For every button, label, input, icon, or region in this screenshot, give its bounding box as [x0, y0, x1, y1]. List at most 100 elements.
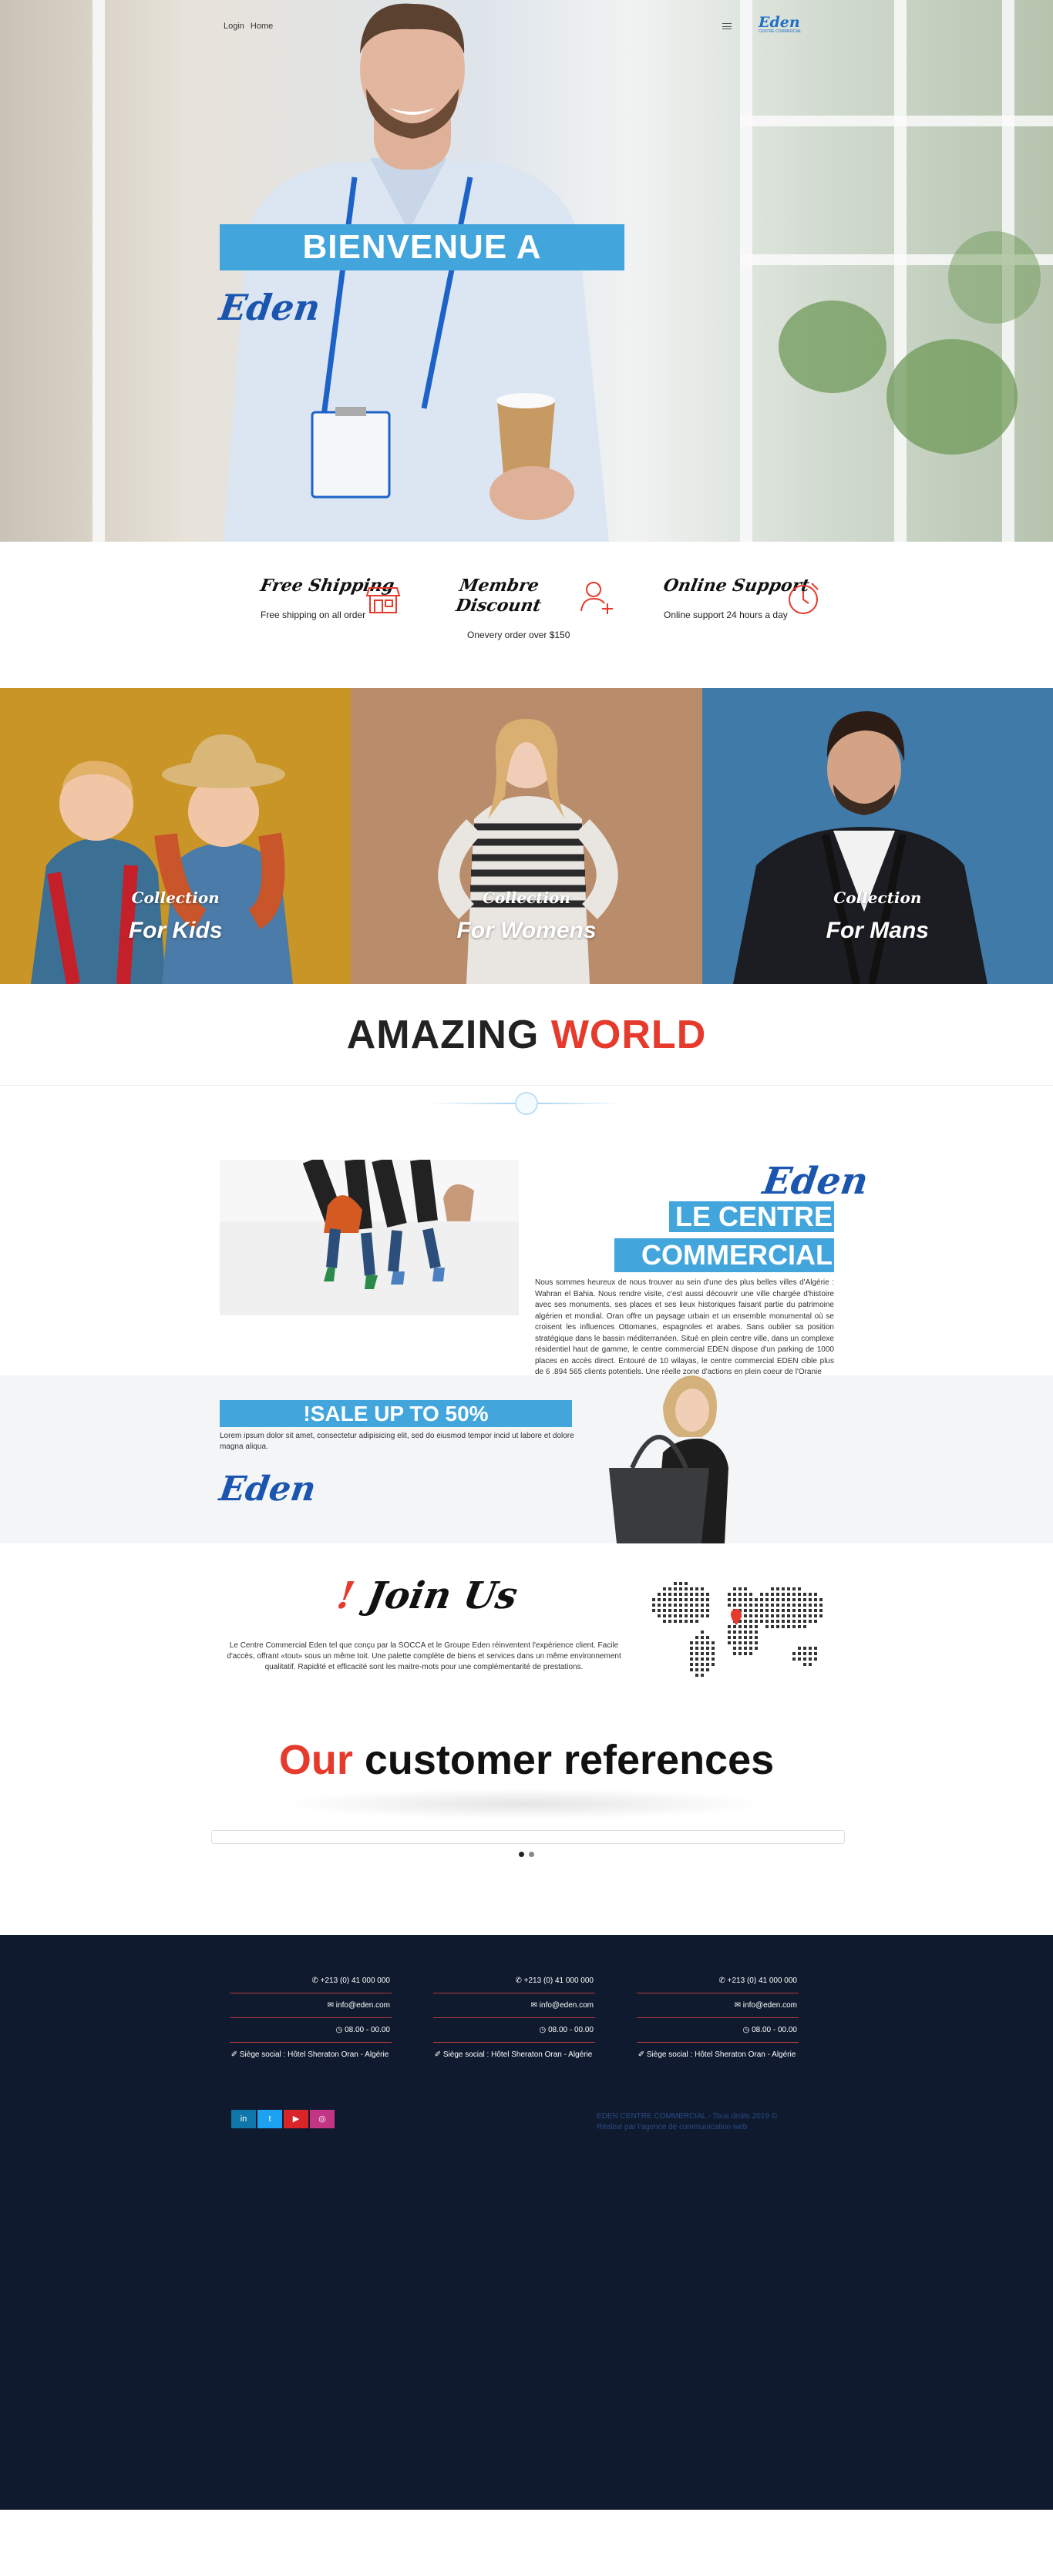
home-link[interactable]: Home	[251, 22, 273, 31]
references-title-our: Our	[278, 1737, 353, 1783]
feature-desc: Free shipping on all order	[261, 610, 366, 620]
window-frame	[740, 116, 1053, 126]
map-dot	[776, 1587, 779, 1590]
map-dot	[744, 1609, 747, 1612]
footer-phone[interactable]: ✆ +213 (0) 41 000 000	[230, 1969, 392, 1993]
map-dot	[701, 1614, 704, 1617]
linkedin-icon[interactable]: in	[231, 2110, 256, 2128]
map-dot	[782, 1614, 785, 1617]
map-dot	[814, 1598, 817, 1601]
carousel-dot[interactable]	[519, 1852, 524, 1857]
footer-phone[interactable]: ✆ +213 (0) 41 000 000	[637, 1969, 799, 1993]
carousel-dot[interactable]	[529, 1852, 534, 1857]
map-dot	[792, 1625, 796, 1628]
map-dot	[814, 1647, 817, 1650]
map-dot	[733, 1587, 736, 1590]
footer-email[interactable]: ✉ info@eden.com	[230, 1993, 392, 2018]
map-dot	[809, 1604, 812, 1607]
map-dot	[728, 1625, 731, 1628]
map-dot	[792, 1620, 796, 1623]
plant	[886, 339, 1018, 455]
map-dot	[695, 1647, 698, 1650]
map-dot	[663, 1598, 666, 1601]
map-dot	[755, 1604, 758, 1607]
login-link[interactable]: Login	[224, 22, 244, 31]
collection-womens[interactable]: Collection For Womens	[351, 688, 702, 984]
map-dot	[792, 1614, 796, 1617]
feature-desc: Onevery order over $150	[467, 630, 570, 640]
map-dot	[776, 1593, 779, 1596]
map-dot	[690, 1668, 693, 1671]
map-dot	[695, 1674, 698, 1677]
map-dot	[787, 1620, 790, 1623]
map-dot	[798, 1587, 801, 1590]
map-dot	[776, 1604, 779, 1607]
address-text: Siège social : Hôtel Sheraton Oran - Alg…	[239, 2050, 389, 2059]
map-dot	[728, 1631, 731, 1634]
map-dot	[798, 1614, 801, 1617]
map-dot	[771, 1598, 774, 1601]
map-dot	[744, 1636, 747, 1639]
references-carousel[interactable]	[211, 1830, 845, 1844]
map-dot	[728, 1604, 731, 1607]
menu-icon[interactable]	[722, 23, 732, 29]
map-dot	[792, 1657, 796, 1661]
collection-mans[interactable]: Collection For Mans	[701, 688, 1053, 984]
join-title-text: Join Us	[364, 1574, 521, 1617]
map-dot	[782, 1598, 785, 1601]
hours-text: 08.00 - 00.00	[548, 2026, 594, 2034]
features-section: Free Shipping Free shipping on all order…	[0, 542, 1053, 688]
footer-email[interactable]: ✉ info@eden.com	[637, 1993, 799, 2018]
map-dot	[744, 1598, 747, 1601]
about-title-line2: COMMERCIAL	[614, 1238, 834, 1272]
carousel-dots	[519, 1852, 534, 1857]
map-dot	[798, 1598, 801, 1601]
map-dot	[706, 1641, 709, 1644]
map-dot	[695, 1593, 698, 1596]
sale-section: !SALE UP TO 50% Lorem ipsum dolor sit am…	[0, 1375, 1053, 1543]
site-logo[interactable]: Eden CENTRE COMMERCIAL	[759, 15, 803, 42]
map-dot	[803, 1652, 806, 1655]
map-dot	[765, 1593, 769, 1596]
map-dot	[658, 1614, 661, 1617]
join-section: ! Join Us Le Centre Commercial Eden tel q…	[0, 1543, 1053, 1704]
map-dot	[749, 1598, 752, 1601]
map-dot	[674, 1620, 677, 1623]
map-dot	[809, 1593, 812, 1596]
map-dot	[733, 1652, 736, 1655]
map-dot	[765, 1620, 769, 1623]
instagram-icon[interactable]: ◎	[310, 2110, 335, 2128]
copyright-text: EDEN CENTRE COMMERCIAL - Tous droits 201…	[597, 2112, 778, 2121]
map-dot	[814, 1652, 817, 1655]
map-dot	[787, 1609, 790, 1612]
map-dot	[819, 1604, 823, 1607]
map-dot	[712, 1641, 715, 1644]
window-frame	[894, 0, 907, 542]
twitter-icon[interactable]: t	[257, 2110, 282, 2128]
map-dot	[744, 1593, 747, 1596]
footer-phone[interactable]: ✆ +213 (0) 41 000 000	[433, 1969, 595, 1993]
amazing-word: AMAZING	[346, 1013, 540, 1057]
map-dot	[706, 1652, 709, 1655]
collection-kids[interactable]: Collection For Kids	[0, 688, 352, 984]
map-dot	[728, 1636, 731, 1639]
map-dot	[685, 1614, 688, 1617]
youtube-icon[interactable]: ▶	[284, 2110, 308, 2128]
map-dot	[668, 1587, 671, 1590]
map-dot	[679, 1598, 682, 1601]
map-dot	[668, 1609, 671, 1612]
map-dot	[782, 1604, 785, 1607]
map-dot	[744, 1587, 747, 1590]
credit-text[interactable]: Réalisé par l'agence de communication we…	[597, 2122, 777, 2133]
map-dot	[749, 1614, 752, 1617]
about-title-line1: LE CENTRE	[669, 1201, 834, 1232]
join-title: ! Join Us	[334, 1574, 520, 1617]
map-dot	[765, 1604, 769, 1607]
map-dot	[701, 1663, 704, 1666]
map-dot	[695, 1652, 698, 1655]
map-dot	[668, 1598, 671, 1601]
collection-name: For Mans	[826, 918, 929, 943]
map-dot	[798, 1604, 801, 1607]
map-dot	[782, 1587, 785, 1590]
footer-email[interactable]: ✉ info@eden.com	[433, 1993, 595, 2018]
